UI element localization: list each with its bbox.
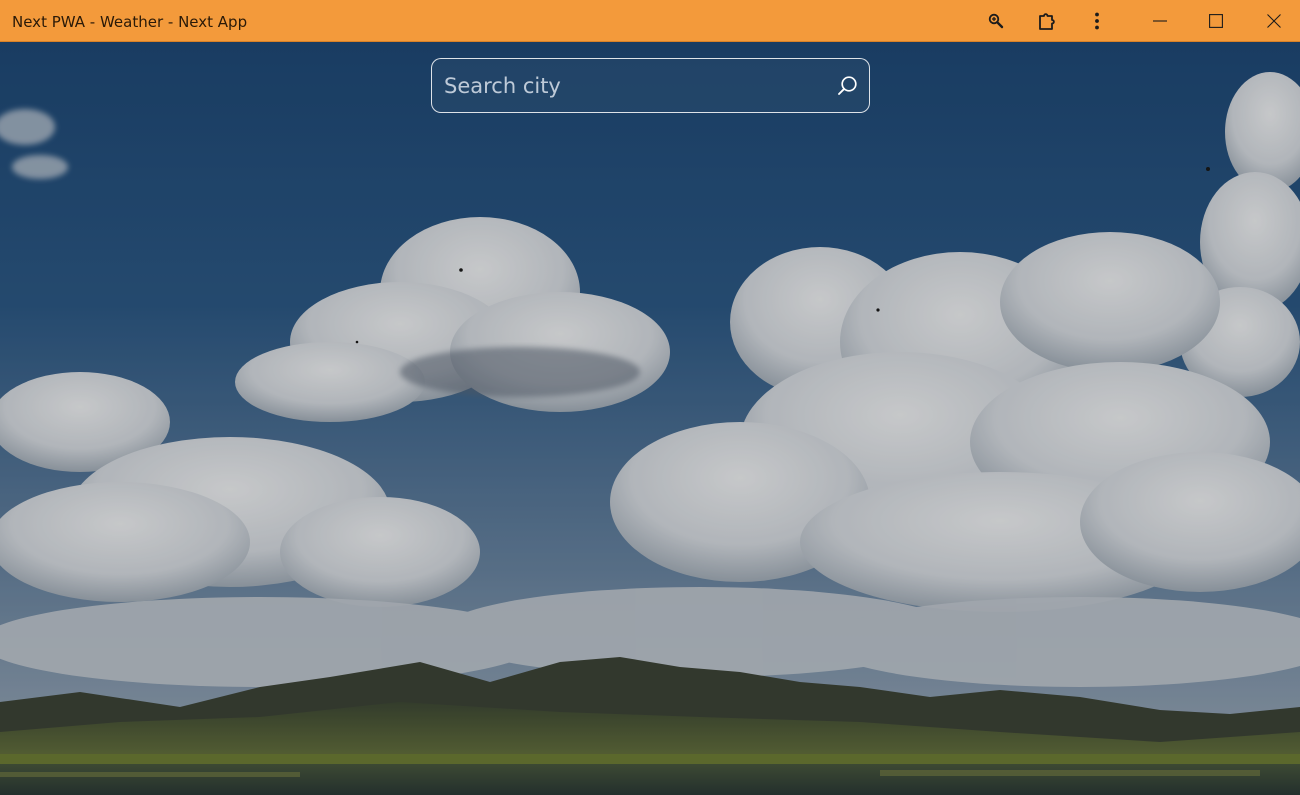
minimize-icon xyxy=(1153,20,1167,22)
search-icon xyxy=(838,76,857,95)
maximize-button[interactable] xyxy=(1196,0,1236,42)
more-options-button[interactable] xyxy=(1086,0,1108,42)
app-window: Next PWA - Weather - Next App xyxy=(0,0,1300,795)
title-bar: Next PWA - Weather - Next App xyxy=(0,0,1300,42)
minimize-button[interactable] xyxy=(1140,0,1180,42)
puzzle-piece-icon xyxy=(1039,13,1055,30)
maximize-icon xyxy=(1209,14,1223,28)
background-landscape-image xyxy=(0,42,1300,795)
magnifier-zoom-icon xyxy=(988,13,1004,29)
search-button[interactable] xyxy=(835,73,861,99)
close-button[interactable] xyxy=(1254,0,1294,42)
search-container xyxy=(431,58,870,113)
search-city-input[interactable] xyxy=(432,59,822,112)
extensions-button[interactable] xyxy=(1034,0,1062,42)
zoom-button[interactable] xyxy=(982,0,1010,42)
close-icon xyxy=(1267,14,1281,28)
window-title: Next PWA - Weather - Next App xyxy=(12,13,248,31)
vertical-dots-icon xyxy=(1095,12,1099,30)
